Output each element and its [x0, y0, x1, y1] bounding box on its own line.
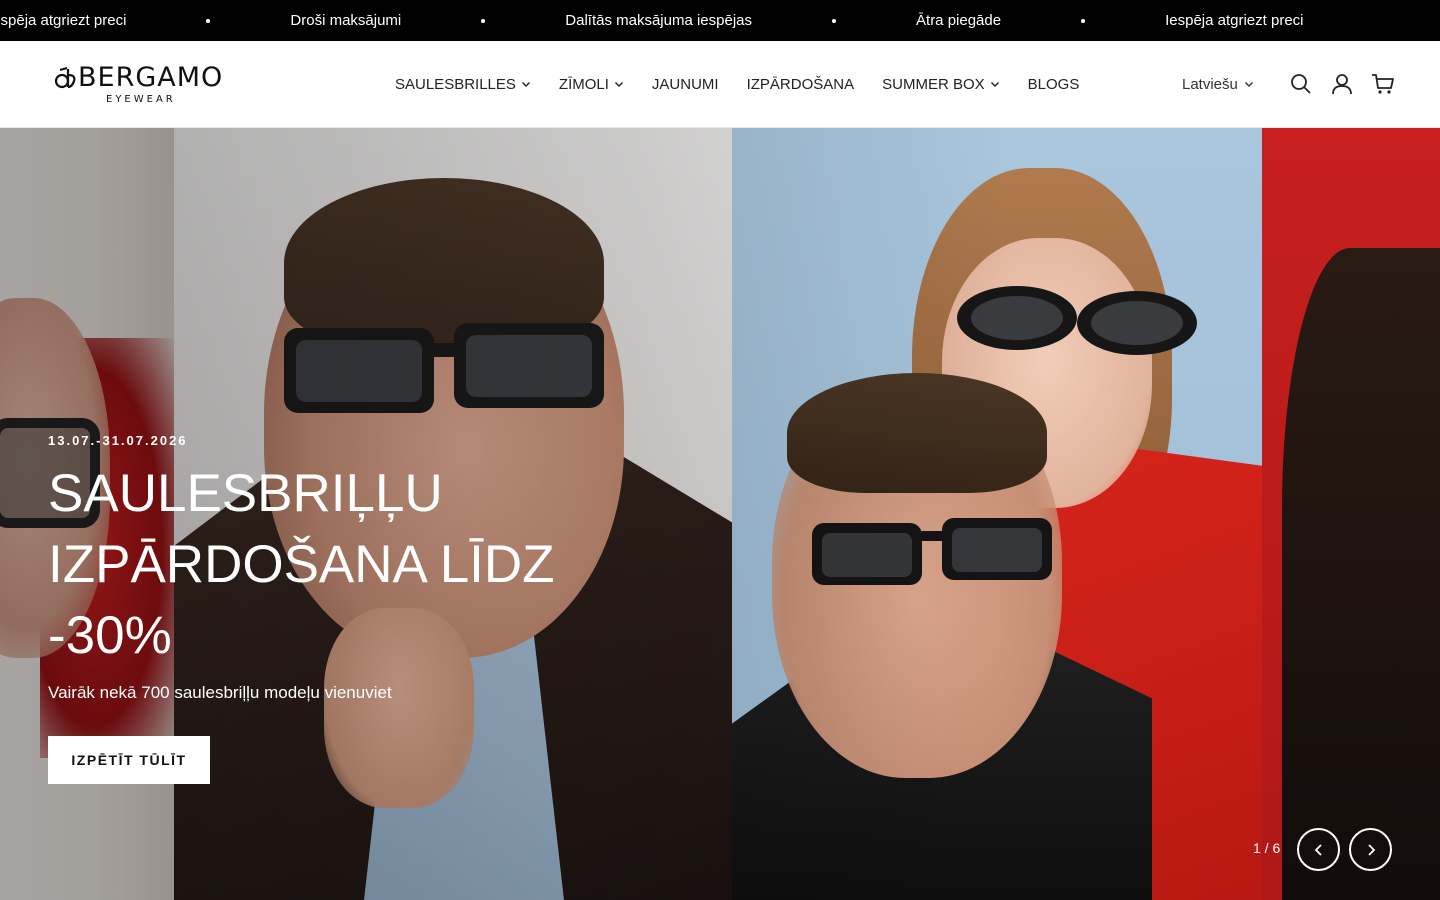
chevron-down-icon	[614, 82, 623, 87]
arrow-left-icon	[1314, 843, 1322, 856]
chevron-down-icon	[1244, 82, 1253, 87]
logo-mark-icon	[54, 66, 76, 88]
hero-slideshow: 13.07.-31.07.2026 SAULESBRIĻĻU IZPĀRDOŠA…	[0, 128, 1440, 900]
separator-dot	[832, 18, 837, 23]
prev-slide-button[interactable]	[1297, 828, 1340, 871]
main-nav: SAULESBRILLES ZĪMOLI JAUNUMI IZPĀRDOŠANA…	[395, 41, 1107, 127]
nav-item-saulesbrilles[interactable]: SAULESBRILLES	[395, 76, 531, 93]
nav-item-izpardosana[interactable]: IZPĀRDOŠANA	[747, 76, 855, 93]
nav-label: ZĪMOLI	[558, 75, 609, 93]
announcement-item: Iespēja atgriezt preci	[0, 12, 127, 29]
announcement-item: Iespēja atgriezt preci	[1165, 12, 1304, 29]
account-icon[interactable]	[1330, 72, 1354, 96]
bergamo-logo[interactable]: BERGAMO EYEWEAR	[54, 62, 230, 108]
separator-dot	[481, 18, 486, 23]
nav-item-jaunumi[interactable]: JAUNUMI	[652, 76, 719, 93]
logo-name: BERGAMO	[78, 62, 224, 93]
language-label: Latviešu	[1182, 75, 1238, 93]
logo-wordmark: BERGAMO	[54, 62, 223, 93]
nav-label: SAULESBRILLES	[395, 75, 516, 93]
logo-tagline: EYEWEAR	[106, 94, 176, 105]
nav-label: IZPĀRDOŠANA	[746, 75, 855, 93]
promo-date: 13.07.-31.07.2026	[48, 433, 188, 448]
arrow-right-icon	[1367, 843, 1375, 856]
nav-label: JAUNUMI	[651, 75, 719, 93]
separator-dot	[206, 18, 211, 23]
nav-label: SUMMER BOX	[882, 75, 985, 93]
chevron-down-icon	[990, 82, 999, 87]
announcement-track: Iespēja atgriezt preci Droši maksājumi D…	[0, 0, 1304, 41]
hero-title-line: IZPĀRDOŠANA LĪDZ	[48, 535, 555, 594]
announcement-bar: Iespēja atgriezt preci Droši maksājumi D…	[0, 0, 1440, 41]
cart-icon[interactable]	[1371, 72, 1395, 96]
chevron-down-icon	[521, 82, 530, 87]
hero-subtitle: Vairāk nekā 700 saulesbriļļu modeļu vien…	[48, 683, 392, 702]
nav-item-blogs[interactable]: BLOGS	[1028, 76, 1080, 93]
search-icon[interactable]	[1289, 72, 1313, 96]
announcement-item: Droši maksājumi	[290, 12, 402, 29]
next-slide-button[interactable]	[1349, 828, 1392, 871]
hero-title-line: SAULESBRIĻĻU	[48, 464, 443, 523]
explore-now-button[interactable]: IZPĒTĪT TŪLĪT	[48, 736, 210, 784]
nav-item-summer-box[interactable]: SUMMER BOX	[882, 76, 1000, 93]
slide-counter: 1 / 6	[1253, 840, 1281, 856]
nav-item-zimoli[interactable]: ZĪMOLI	[559, 76, 624, 93]
announcement-item: Ātra piegāde	[916, 12, 1002, 29]
announcement-item: Dalītās maksājuma iespējas	[565, 12, 753, 29]
separator-dot	[1081, 18, 1086, 23]
language-selector[interactable]: Latviešu	[1182, 41, 1254, 127]
hero-title: SAULESBRIĻĻU IZPĀRDOŠANA LĪDZ -30%	[48, 458, 608, 671]
nav-label: BLOGS	[1027, 75, 1080, 93]
site-header: BERGAMO EYEWEAR SAULESBRILLES ZĪMOLI JAU…	[0, 41, 1440, 128]
hero-title-line: -30%	[48, 606, 172, 665]
